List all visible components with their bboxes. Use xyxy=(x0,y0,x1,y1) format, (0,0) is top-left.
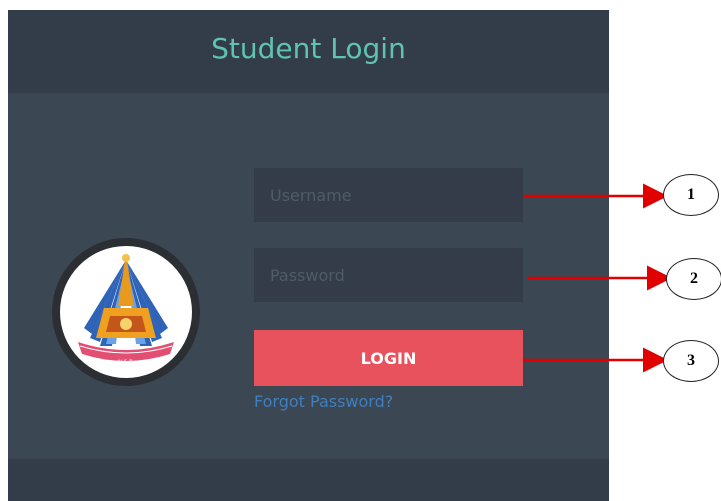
callout-3: 3 xyxy=(663,340,719,382)
callout-1: 1 xyxy=(663,174,719,216)
callout-2: 2 xyxy=(666,258,721,300)
annotation-arrows xyxy=(523,183,672,373)
